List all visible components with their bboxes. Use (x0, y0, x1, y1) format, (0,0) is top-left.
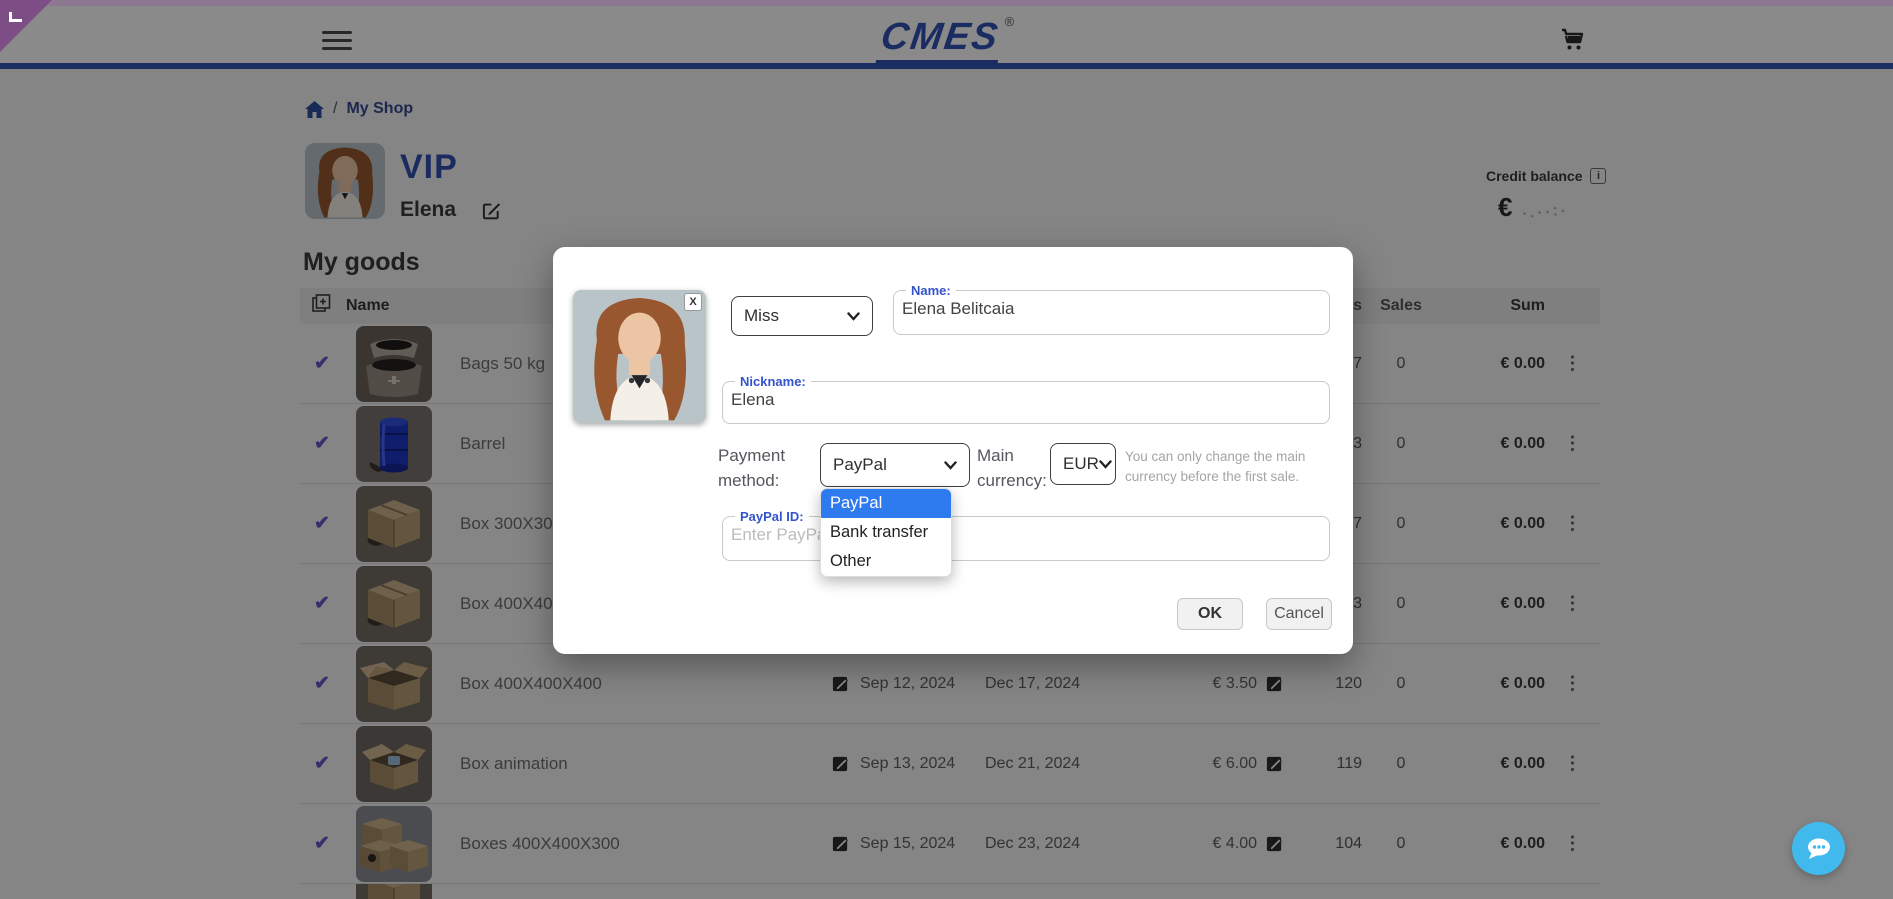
title-select-value: Miss (744, 306, 779, 325)
chat-icon (1807, 838, 1830, 859)
payment-method-value: PayPal (833, 455, 887, 474)
paypal-id-label: PayPal ID: (740, 509, 804, 524)
frame-corner-triangle (0, 0, 52, 52)
currency-select[interactable]: EUR (1050, 443, 1116, 485)
chat-button[interactable] (1792, 822, 1845, 875)
payment-method-dropdown: PayPal Bank transfer Other (820, 488, 952, 577)
dropdown-option-paypal[interactable]: PayPal (821, 489, 951, 518)
frame-strip (0, 0, 1893, 6)
dropdown-option-other[interactable]: Other (821, 547, 951, 576)
chevron-down-icon (847, 311, 860, 321)
nickname-field-group: Nickname: (722, 374, 1330, 424)
paypal-id-field-group: PayPal ID: (722, 509, 1330, 561)
title-select[interactable]: Miss (731, 296, 873, 336)
name-input[interactable] (894, 298, 1295, 325)
nickname-field-label: Nickname: (740, 374, 806, 389)
nickname-input[interactable] (723, 389, 1281, 416)
cancel-button[interactable]: Cancel (1266, 598, 1332, 630)
ok-button[interactable]: OK (1177, 598, 1243, 630)
paypal-id-input[interactable] (723, 524, 1281, 551)
currency-value: EUR (1063, 454, 1099, 473)
corner-bracket-glyph (9, 12, 22, 22)
remove-photo-button[interactable]: X (684, 293, 702, 311)
currency-note: You can only change the main currency be… (1125, 449, 1306, 485)
edit-profile-dialog: X Miss Name: Nickname: Payment method: P… (553, 247, 1353, 654)
payment-method-select[interactable]: PayPal (820, 443, 970, 487)
chevron-down-icon (944, 460, 957, 470)
chevron-down-icon (1099, 459, 1112, 469)
payment-method-label: Payment method: (718, 446, 786, 490)
name-field-group: Name: (893, 283, 1330, 335)
dropdown-option-bank-transfer[interactable]: Bank transfer (821, 518, 951, 547)
screen: CMES ® / My Shop VIP Elena Credit balanc… (0, 0, 1893, 899)
name-field-label: Name: (911, 283, 951, 298)
